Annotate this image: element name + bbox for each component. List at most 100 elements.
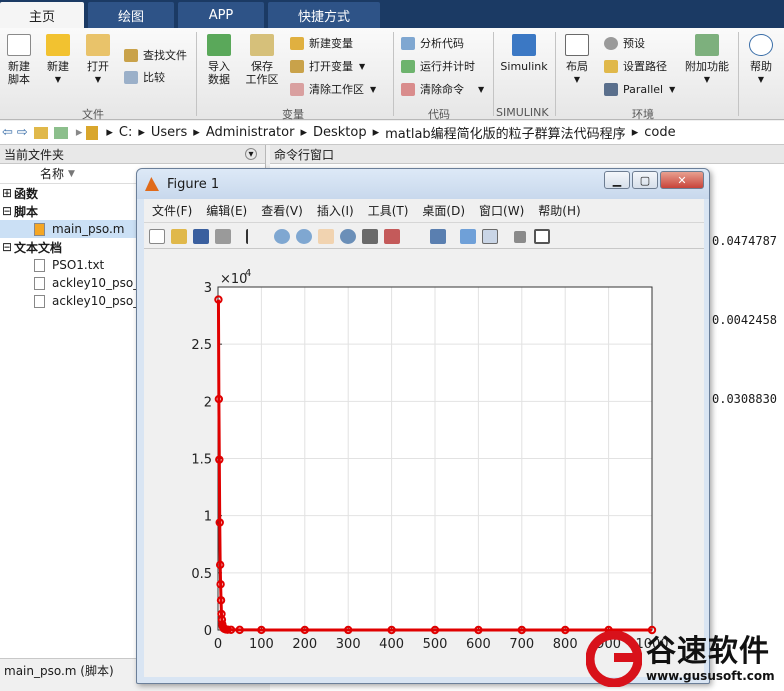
x-tick-label: 700 — [509, 637, 534, 652]
add-ons-button[interactable]: 附加功能 ▼ — [684, 34, 730, 86]
zoom-out-icon[interactable] — [296, 229, 312, 244]
up-folder-icon[interactable] — [33, 126, 48, 139]
simulink-button[interactable]: Simulink — [499, 34, 549, 73]
x-tick-label: 600 — [466, 637, 491, 652]
new-variable-label: 新建变量 — [309, 37, 353, 50]
figure-title-bar[interactable]: Figure 1 ▁ ▢ ✕ — [137, 169, 709, 199]
new-script-button[interactable]: 新建 脚本 — [4, 34, 34, 86]
figure-window[interactable]: Figure 1 ▁ ▢ ✕ 文件(F) 编辑(E) 查看(V) 插入(I) 工… — [136, 168, 710, 684]
analyze-code-button[interactable]: 分析代码 — [401, 34, 464, 52]
browse-folder-icon[interactable] — [53, 126, 68, 139]
set-path-button[interactable]: 设置路径 — [604, 57, 667, 75]
folder-open-icon — [86, 34, 110, 56]
path-segment[interactable]: Administrator — [206, 125, 295, 140]
file-name: PSO1.txt — [52, 258, 105, 272]
set-path-icon — [604, 59, 618, 73]
address-bar[interactable]: ⇦ ⇨ ▸ ▸ C: ▸ Users ▸ Administrator ▸ Des… — [0, 121, 784, 145]
new-script-icon — [7, 34, 31, 56]
text-file-icon — [34, 258, 45, 272]
panel-menu-icon[interactable]: ▾ — [245, 148, 257, 160]
run-and-time-button[interactable]: 运行并计时 — [401, 57, 475, 75]
hide-plot-tools-icon[interactable] — [514, 231, 526, 243]
variable-group-label: 变量 — [282, 108, 304, 121]
link-plot-icon[interactable] — [430, 229, 446, 244]
find-files-label: 查找文件 — [143, 49, 187, 62]
layout-label: 布局 — [566, 60, 588, 73]
path-segment[interactable]: C: — [119, 125, 132, 140]
y-tick-label: 2.5 — [191, 338, 212, 353]
import-data-button[interactable]: 导入 数据 — [202, 34, 236, 86]
clear-workspace-button[interactable]: 清除工作区 ▼ — [290, 80, 376, 98]
show-plot-tools-icon[interactable] — [534, 229, 550, 244]
menu-edit[interactable]: 编辑(E) — [206, 202, 247, 219]
tab-plots[interactable]: 绘图 — [88, 2, 174, 28]
path-segment[interactable]: Users — [151, 125, 187, 140]
compare-button[interactable]: 比较 — [124, 68, 165, 86]
watermark-brand: 谷速软件 — [646, 633, 770, 669]
path-segment[interactable]: code — [644, 125, 675, 140]
group-divider — [738, 32, 739, 116]
watermark-logo-icon — [586, 630, 642, 687]
layout-button[interactable]: 布局 ▼ — [562, 34, 592, 86]
zoom-in-icon[interactable] — [274, 229, 290, 244]
main-tab-strip: 主页 绘图 APP 快捷方式 — [0, 0, 784, 28]
forward-arrow-icon[interactable]: ⇨ — [17, 125, 28, 140]
menu-file[interactable]: 文件(F) — [152, 202, 192, 219]
x-tick-label: 100 — [249, 637, 274, 652]
menu-window[interactable]: 窗口(W) — [479, 202, 524, 219]
pan-hand-icon[interactable] — [318, 229, 334, 244]
new-button[interactable]: 新建 ▼ — [42, 34, 74, 86]
print-icon[interactable] — [215, 229, 231, 244]
current-folder-title: 当前文件夹 — [4, 147, 65, 162]
new-script-label: 新建 脚本 — [8, 60, 30, 86]
brush-icon[interactable] — [384, 229, 400, 244]
close-button[interactable]: ✕ — [660, 171, 704, 189]
parallel-button[interactable]: Parallel ▼ — [604, 80, 675, 98]
new-variable-button[interactable]: 新建变量 — [290, 34, 353, 52]
import-data-label: 导入 数据 — [208, 60, 230, 86]
file-group-label: 文件 — [82, 108, 104, 121]
layout-icon — [565, 34, 589, 56]
line-chart[interactable]: 0 100 200 300 400 500 600 700 800 900 100000.511.5… — [144, 249, 704, 677]
group-divider — [555, 32, 556, 116]
rotate-3d-icon[interactable] — [340, 229, 356, 244]
path-segment[interactable]: Desktop — [313, 125, 367, 140]
colorbar-icon[interactable] — [460, 229, 476, 244]
clear-commands-button[interactable]: 清除命令 ▼ — [401, 80, 484, 98]
path-segment[interactable]: matlab编程简化版的粒子群算法代码程序 — [385, 123, 626, 142]
find-files-button[interactable]: 查找文件 — [124, 46, 187, 64]
data-cursor-icon[interactable] — [362, 229, 378, 244]
open-variable-button[interactable]: 打开变量 ▼ — [290, 57, 365, 75]
command-window-header: 命令行窗口 — [270, 145, 784, 164]
y-tick-label: 3 — [204, 281, 212, 296]
tab-home[interactable]: 主页 — [0, 2, 84, 28]
menu-desktop[interactable]: 桌面(D) — [422, 202, 465, 219]
y-exponent-power: 4 — [245, 268, 251, 279]
legend-icon[interactable] — [482, 229, 498, 244]
open-button[interactable]: 打开 ▼ — [82, 34, 114, 86]
pointer-icon[interactable] — [246, 229, 256, 244]
import-arrow-icon — [207, 34, 231, 56]
menu-insert[interactable]: 插入(I) — [317, 202, 354, 219]
new-figure-icon[interactable] — [149, 229, 165, 244]
maximize-icon: ▢ — [639, 173, 651, 187]
back-arrow-icon[interactable]: ⇦ — [2, 125, 13, 140]
maximize-button[interactable]: ▢ — [632, 171, 658, 189]
tab-shortcuts[interactable]: 快捷方式 — [268, 2, 380, 28]
menu-view[interactable]: 查看(V) — [261, 202, 303, 219]
open-file-icon[interactable] — [171, 229, 187, 244]
save-icon[interactable] — [193, 229, 209, 244]
help-button[interactable]: 帮助 ▼ — [744, 34, 778, 86]
save-workspace-button[interactable]: 保存 工作区 — [243, 34, 281, 86]
preferences-button[interactable]: 预设 — [604, 34, 645, 52]
open-variable-label: 打开变量 — [309, 60, 353, 73]
x-tick-label: 400 — [379, 637, 404, 652]
menu-help[interactable]: 帮助(H) — [538, 202, 580, 219]
menu-tools[interactable]: 工具(T) — [368, 202, 409, 219]
minimize-button[interactable]: ▁ — [604, 171, 630, 189]
analyze-code-icon — [401, 36, 415, 50]
script-file-icon — [34, 222, 45, 236]
save-workspace-icon — [250, 34, 274, 56]
add-ons-cubes-icon — [695, 34, 719, 56]
tab-apps[interactable]: APP — [178, 2, 264, 28]
